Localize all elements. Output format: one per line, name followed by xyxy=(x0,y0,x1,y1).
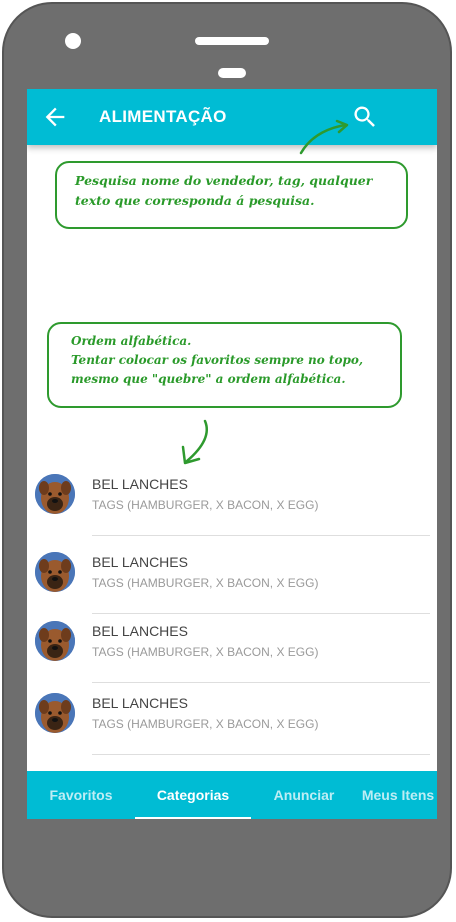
list-item[interactable]: BEL LANCHES TAGS (HAMBURGER, X BACON, X E… xyxy=(27,683,437,755)
avatar xyxy=(35,552,75,592)
screen: ALIMENTAÇÃO Pesquisa nome do vendedor, t… xyxy=(27,89,437,819)
tab-favoritos[interactable]: Favoritos xyxy=(27,771,135,819)
vendor-name: BEL LANCHES xyxy=(92,476,188,492)
note-order-line2: Tentar colocar os favoritos sempre no to… xyxy=(71,353,364,367)
speaker xyxy=(195,37,269,45)
list-item[interactable]: BEL LANCHES TAGS (HAMBURGER, X BACON, X E… xyxy=(27,611,437,683)
list-item[interactable]: BEL LANCHES TAGS (HAMBURGER, X BACON, X E… xyxy=(27,542,437,614)
divider xyxy=(92,754,430,755)
annotation-arrow-search xyxy=(299,119,349,155)
tab-anunciar[interactable]: Anunciar xyxy=(251,771,357,819)
tab-categorias[interactable]: Categorias xyxy=(135,771,251,819)
phone-frame: ALIMENTAÇÃO Pesquisa nome do vendedor, t… xyxy=(2,2,452,918)
note-order-line1: Ordem alfabética. xyxy=(71,334,192,348)
app-bar: ALIMENTAÇÃO xyxy=(27,89,437,145)
arrow-back-icon[interactable] xyxy=(41,103,69,131)
avatar xyxy=(35,474,75,514)
vendor-tags: TAGS (HAMBURGER, X BACON, X EGG) xyxy=(92,576,319,590)
note-order-line3: mesmo que "quebre" a ordem alfabética. xyxy=(71,372,346,386)
avatar xyxy=(35,621,75,661)
camera xyxy=(65,33,81,49)
bottom-tab-bar: Favoritos Categorias Anunciar Meus Itens xyxy=(27,771,437,819)
tab-meus-itens[interactable]: Meus Itens xyxy=(357,771,437,819)
note-order: Ordem alfabética. Tentar colocar os favo… xyxy=(47,322,402,408)
sensor xyxy=(218,68,246,78)
page-title: ALIMENTAÇÃO xyxy=(99,107,227,126)
vendor-tags: TAGS (HAMBURGER, X BACON, X EGG) xyxy=(92,717,319,731)
note-search: Pesquisa nome do vendedor, tag, qualquer… xyxy=(55,161,408,229)
annotation-arrow-list xyxy=(181,419,208,465)
avatar xyxy=(35,693,75,733)
vendor-name: BEL LANCHES xyxy=(92,695,188,711)
divider xyxy=(92,535,430,536)
vendor-tags: TAGS (HAMBURGER, X BACON, X EGG) xyxy=(92,498,319,512)
vendor-name: BEL LANCHES xyxy=(92,623,188,639)
list-item[interactable]: BEL LANCHES TAGS (HAMBURGER, X BACON, X E… xyxy=(27,464,437,536)
vendor-name: BEL LANCHES xyxy=(92,554,188,570)
vendor-tags: TAGS (HAMBURGER, X BACON, X EGG) xyxy=(92,645,319,659)
